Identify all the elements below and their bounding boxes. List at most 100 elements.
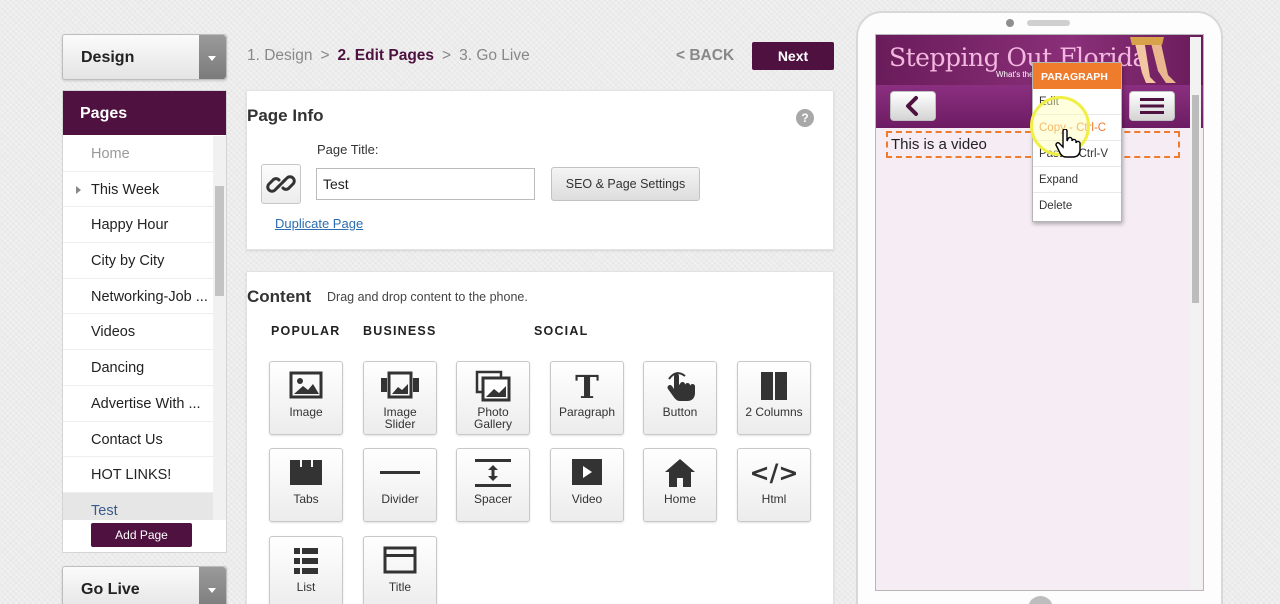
- back-button[interactable]: < BACK: [676, 47, 734, 65]
- sidebar-page-label: Dancing: [91, 360, 145, 377]
- content-tile-paragraph[interactable]: T Paragraph: [550, 361, 624, 435]
- pages-scrollbar[interactable]: [213, 136, 226, 520]
- sidebar-page-item[interactable]: Dancing: [63, 350, 213, 386]
- context-menu-header: PARAGRAPH: [1033, 63, 1121, 89]
- button-hand-icon: [644, 370, 716, 402]
- chain-link-icon: [266, 175, 296, 193]
- banner-subtitle: What's the: [996, 70, 1034, 79]
- hamburger-menu-icon: [1140, 98, 1164, 114]
- page-title-input[interactable]: Test: [316, 168, 535, 200]
- step-design[interactable]: 1. Design: [247, 47, 312, 64]
- sidebar-page-label: This Week: [91, 181, 160, 198]
- help-icon[interactable]: ?: [796, 109, 814, 127]
- tile-label: Image Slider: [383, 405, 417, 431]
- video-icon: [551, 457, 623, 489]
- sidebar-page-label: Test: [91, 502, 118, 519]
- page-info-title: Page Info: [247, 106, 324, 125]
- sidebar-page-label: City by City: [91, 253, 165, 270]
- sidebar-page-item[interactable]: Contact Us: [63, 422, 213, 458]
- sidebar-page-label: HOT LINKS!: [91, 467, 172, 484]
- back-nav-button[interactable]: [890, 91, 936, 121]
- category-social: SOCIAL: [534, 324, 589, 338]
- spacer-icon: [457, 457, 529, 489]
- tile-label: List: [296, 580, 316, 594]
- sidebar-page-item[interactable]: This Week: [63, 172, 213, 208]
- page-title-label: Page Title:: [317, 142, 379, 157]
- phone-speaker: [1027, 20, 1070, 26]
- content-tile-image[interactable]: Image: [269, 361, 343, 435]
- sidebar-page-item[interactable]: Home: [63, 136, 213, 172]
- pages-header: Pages: [63, 91, 226, 135]
- sidebar-page-item[interactable]: Videos: [63, 314, 213, 351]
- sidebar-page-label: Contact Us: [91, 431, 163, 448]
- tile-label: Divider: [381, 492, 419, 506]
- content-tile-tabs[interactable]: Tabs: [269, 448, 343, 522]
- tile-label: Video: [571, 492, 603, 506]
- tile-label: Image: [289, 405, 323, 419]
- tile-label: Home: [663, 492, 696, 506]
- pages-list: Home This Week Happy Hour City by City Netwo…: [63, 136, 213, 520]
- context-expand[interactable]: Expand: [1033, 167, 1121, 193]
- content-tile-list[interactable]: List: [269, 536, 343, 604]
- step-go-live[interactable]: 3. Go Live: [459, 47, 530, 64]
- add-page-button[interactable]: Add Page: [91, 523, 192, 547]
- svg-text:</>: </>: [752, 459, 796, 487]
- context-delete[interactable]: Delete: [1033, 193, 1121, 219]
- design-dropdown[interactable]: Design: [62, 34, 227, 80]
- content-tile-spacer[interactable]: Spacer: [456, 448, 530, 522]
- content-tile-2-columns[interactable]: 2 Columns: [737, 361, 811, 435]
- breadcrumb: 1. Design >2. Edit Pages >3. Go Live: [247, 47, 530, 65]
- tile-label: Button: [662, 405, 698, 419]
- sidebar-page-item[interactable]: Happy Hour: [63, 207, 213, 244]
- content-tile-home[interactable]: Home: [643, 448, 717, 522]
- list-icon: [270, 545, 342, 577]
- golive-dropdown[interactable]: Go Live: [62, 566, 227, 604]
- html-icon: </>: [738, 457, 810, 489]
- tile-label: Spacer: [473, 492, 513, 506]
- seo-settings-button[interactable]: SEO & Page Settings: [551, 167, 700, 201]
- content-tile-divider[interactable]: Divider: [363, 448, 437, 522]
- breadcrumb-separator: >: [442, 47, 452, 64]
- golive-dropdown-label: Go Live: [81, 581, 140, 598]
- content-title: Content: [247, 287, 312, 306]
- svg-text:T: T: [575, 370, 599, 402]
- sidebar-page-item[interactable]: Networking-Job ...: [63, 279, 213, 315]
- menu-nav-button[interactable]: [1129, 91, 1175, 121]
- divider-icon: [364, 457, 436, 489]
- content-tile-image-slider[interactable]: Image Slider: [363, 361, 437, 435]
- breadcrumb-separator: >: [320, 47, 330, 64]
- chevron-down-icon[interactable]: [199, 567, 226, 604]
- pages-panel: Pages Home This Week Happy Hour City by Cit…: [62, 90, 227, 553]
- chevron-down-icon[interactable]: [199, 35, 226, 79]
- expand-triangle-icon[interactable]: [76, 185, 81, 194]
- next-button[interactable]: Next: [752, 42, 834, 70]
- paragraph-icon: T: [551, 368, 623, 406]
- tile-label: Title: [388, 580, 412, 594]
- content-tile-html[interactable]: </> Html: [737, 448, 811, 522]
- link-page-button[interactable]: [261, 164, 301, 204]
- sidebar-page-item[interactable]: Advertise With ...: [63, 386, 213, 422]
- content-tile-photo-gallery[interactable]: Photo Gallery: [456, 361, 530, 435]
- sidebar-page-label: Networking-Job ...: [91, 288, 208, 305]
- step-edit-pages[interactable]: 2. Edit Pages: [338, 47, 434, 64]
- content-tile-video[interactable]: Video: [550, 448, 624, 522]
- content-subtitle: Drag and drop content to the phone.: [327, 290, 528, 304]
- sidebar-page-item[interactable]: Test: [63, 492, 213, 520]
- sidebar-page-item[interactable]: HOT LINKS!: [63, 457, 213, 493]
- home-icon: [644, 457, 716, 489]
- sidebar-page-label: Home: [91, 146, 130, 162]
- legs-illustration-icon: [1130, 37, 1176, 83]
- duplicate-page-link[interactable]: Duplicate Page: [275, 216, 363, 231]
- phone-scrollbar[interactable]: [1190, 37, 1201, 589]
- content-tile-title[interactable]: Title: [363, 536, 437, 604]
- content-tile-button[interactable]: Button: [643, 361, 717, 435]
- image-slider-icon: [364, 370, 436, 402]
- two-columns-icon: [738, 370, 810, 402]
- tile-label: Html: [761, 492, 787, 506]
- phone-camera: [1006, 19, 1014, 27]
- hand-cursor-icon: [1055, 129, 1081, 158]
- tabs-icon: [270, 457, 342, 489]
- photo-gallery-icon: [457, 370, 529, 402]
- sidebar-page-label: Videos: [91, 324, 136, 341]
- sidebar-page-item[interactable]: City by City: [63, 243, 213, 279]
